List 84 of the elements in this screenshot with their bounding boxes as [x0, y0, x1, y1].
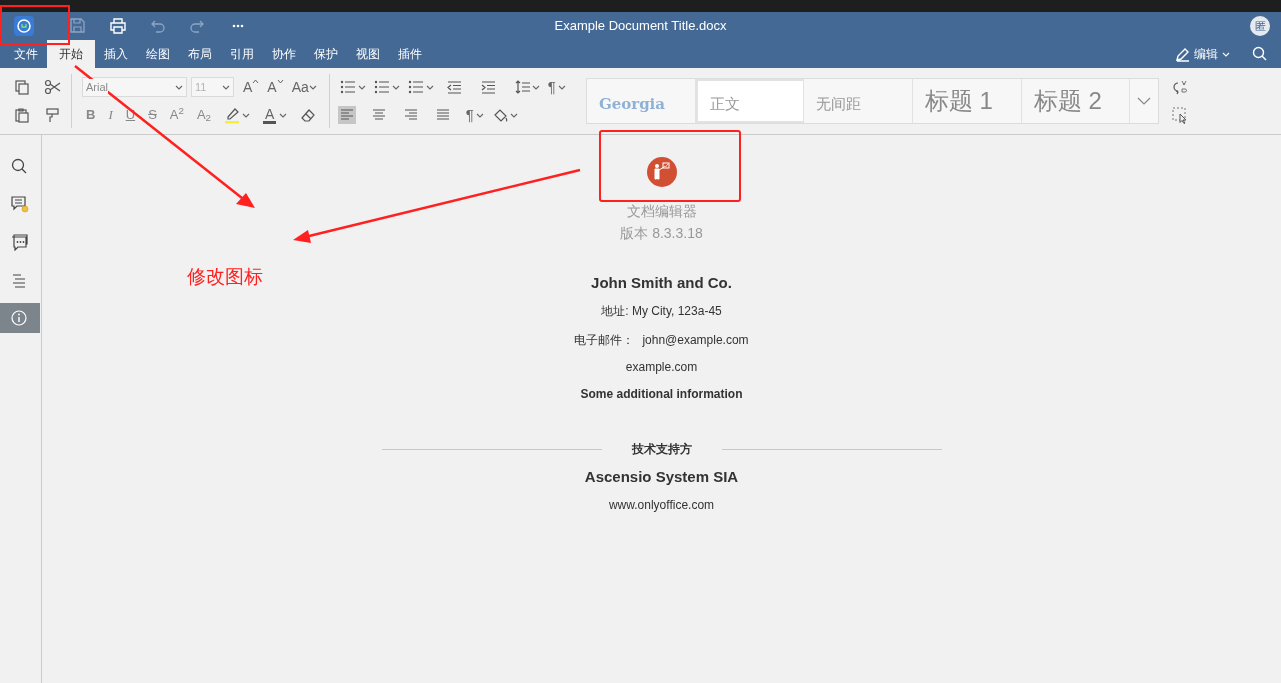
sidebar-button[interactable]	[0, 303, 40, 333]
caret-icon	[1222, 50, 1230, 58]
email-link[interactable]: john@example.com	[642, 333, 749, 347]
presenter-logo-icon	[646, 157, 677, 187]
ribbon-tab[interactable]: 视图	[347, 40, 389, 68]
ribbon-tab[interactable]: 保护	[305, 40, 347, 68]
font-color-button[interactable]: A	[263, 106, 288, 124]
paragraph-mark-button[interactable]: ¶	[465, 107, 484, 123]
annotation-label: 修改图标	[187, 265, 263, 289]
style-preset[interactable]: 标题 2	[1021, 79, 1130, 123]
annotation-box	[0, 5, 70, 45]
support-label: 技术支持方	[630, 442, 693, 456]
caret-icon	[279, 111, 288, 119]
caret-icon[interactable]	[242, 111, 250, 119]
additional-info: Some additional information	[580, 387, 743, 401]
caret-icon[interactable]	[425, 83, 434, 91]
scissors-icon[interactable]	[44, 79, 61, 95]
website-link[interactable]: example.com	[625, 360, 698, 374]
caret-icon[interactable]	[357, 83, 366, 91]
style-preset[interactable]: 无间距	[803, 79, 913, 123]
decrease-indent-icon[interactable]	[445, 79, 462, 95]
ribbon-tab[interactable]: 插件	[389, 40, 431, 68]
bold-button[interactable]: B	[86, 107, 96, 123]
more-icon[interactable]	[232, 24, 244, 28]
ribbon-tab[interactable]: 协作	[263, 40, 305, 68]
increase-indent-icon[interactable]	[479, 79, 496, 95]
ribbon-tab[interactable]: 引用	[221, 40, 263, 68]
vendor-name: Ascensio System SIA	[584, 468, 739, 486]
style-preset[interactable]: 标题 1	[912, 79, 1022, 123]
website-link[interactable]: www.onlyoffice.com	[608, 498, 715, 512]
ribbon-tab[interactable]: 插入	[95, 40, 137, 68]
format-painter-icon[interactable]	[44, 107, 60, 123]
caret-icon	[557, 83, 566, 91]
search-icon	[11, 157, 29, 175]
search-icon[interactable]	[1252, 46, 1267, 61]
eraser-icon[interactable]	[300, 107, 317, 123]
caret-icon[interactable]	[175, 83, 183, 91]
app-logo-icon[interactable]	[14, 16, 34, 36]
highlighter-icon[interactable]	[224, 106, 240, 124]
bullet-list-icon[interactable]	[339, 79, 356, 95]
ribbon-tab[interactable]: 开始	[47, 40, 95, 68]
comments-icon	[11, 195, 29, 213]
edit-mode-button[interactable]: 编辑	[1175, 40, 1230, 68]
caret-icon	[276, 79, 284, 84]
version-label: 版本 8.3.3.18	[620, 225, 703, 242]
paste-icon[interactable]	[14, 107, 30, 123]
caret-icon[interactable]	[531, 83, 540, 91]
select-all-icon[interactable]	[1171, 106, 1188, 124]
multilevel-list-icon[interactable]	[407, 79, 424, 95]
style-preset[interactable]: 正文	[695, 79, 804, 123]
font-case-button[interactable]: Aa	[289, 79, 319, 95]
caret-icon	[252, 79, 260, 84]
replace-style-icon[interactable]	[1171, 78, 1188, 95]
ribbon-tab[interactable]: 布局	[179, 40, 221, 68]
align-left-icon[interactable]	[337, 106, 356, 124]
numbered-list-icon[interactable]	[373, 79, 390, 95]
font-shrink-button[interactable]: A	[265, 79, 286, 95]
print-icon[interactable]	[109, 17, 127, 35]
ribbon-tab[interactable]: 文件	[5, 40, 47, 68]
font-grow-button[interactable]: A	[241, 79, 262, 95]
caret-icon	[475, 111, 484, 119]
paragraph-mark-button[interactable]: ¶	[547, 79, 566, 95]
product-name: 文档编辑器	[626, 203, 697, 220]
italic-button[interactable]: I	[108, 107, 113, 123]
caret-icon[interactable]	[222, 83, 230, 91]
caret-icon[interactable]	[391, 83, 400, 91]
caret-icon[interactable]	[509, 111, 518, 119]
email-label: 电子邮件：	[574, 333, 635, 347]
chat-icon	[11, 233, 29, 251]
chevron-icon	[1136, 97, 1151, 105]
ribbon-tab[interactable]: 绘图	[137, 40, 179, 68]
subscript-button[interactable]: A$_{2}$	[196, 107, 211, 123]
font-name-field[interactable]: Arial	[82, 77, 187, 97]
superscript-button[interactable]: A$^{2}$	[169, 107, 184, 123]
line-spacing-icon[interactable]	[513, 79, 530, 95]
pencil-icon	[1175, 46, 1190, 62]
caret-icon	[308, 83, 317, 91]
user-avatar[interactable]: 匿	[1250, 16, 1270, 36]
info-icon	[11, 309, 29, 327]
strike-button[interactable]: S	[148, 107, 157, 123]
address-text: 地址: My City, 123a-45	[601, 304, 722, 318]
company-name: John Smith and Co.	[591, 274, 732, 292]
copy-icon[interactable]	[14, 79, 30, 95]
window-title: Example Document Title.docx	[554, 18, 727, 33]
